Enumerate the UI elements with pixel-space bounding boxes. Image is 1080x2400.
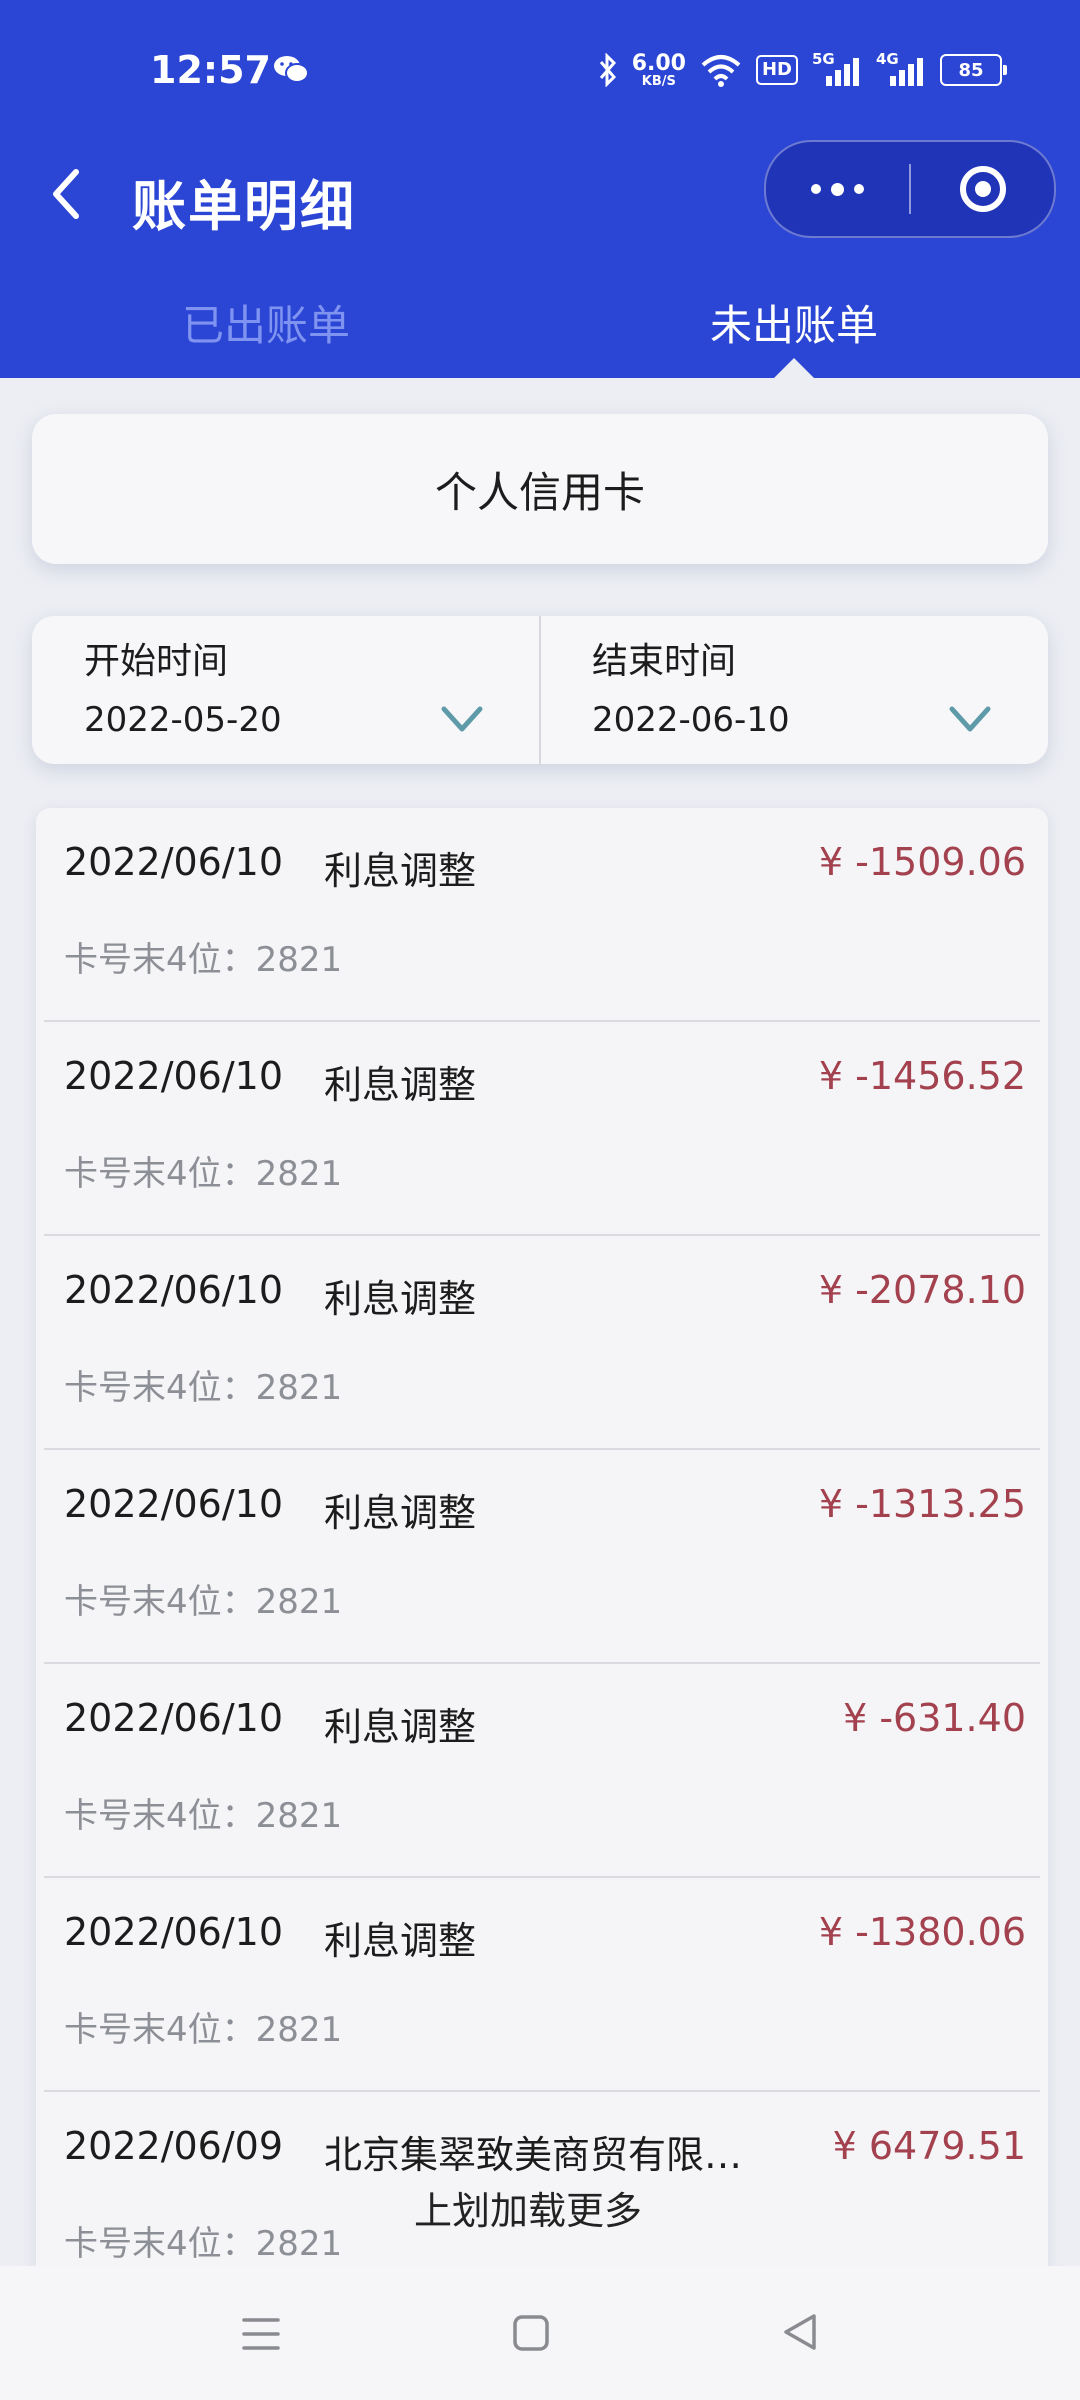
tab-billed[interactable]: 已出账单 [182, 292, 350, 353]
mini-program-capsule [764, 140, 1056, 238]
end-date-picker[interactable]: 结束时间 2022-06-10 [540, 616, 1048, 764]
transaction-row[interactable]: 2022/06/10 利息调整 ¥ -1313.25 卡号末4位：2821 [44, 1450, 1040, 1664]
wifi-icon [701, 55, 741, 87]
transaction-card-suffix: 卡号末4位：2821 [64, 1796, 343, 1836]
transaction-amount: ¥ 6479.51 [832, 2124, 1026, 2168]
menu-icon[interactable] [242, 2316, 280, 2352]
transaction-card-suffix: 卡号末4位：2821 [64, 2224, 343, 2264]
network-speed-value: 6.00 [631, 50, 686, 76]
transaction-description: 利息调整 [324, 1277, 477, 1321]
signal-5g-icon: 5G [812, 50, 862, 88]
transaction-date: 2022/06/09 [64, 2124, 284, 2168]
more-icon [810, 184, 821, 194]
transaction-date: 2022/06/10 [64, 840, 284, 884]
transaction-description: 利息调整 [324, 1919, 477, 1963]
header: 12:57 6.00 KB/S HD 5G 4G 85 账单明细 已出账单 未出… [0, 0, 1080, 378]
transaction-amount: ¥ -2078.10 [818, 1268, 1026, 1312]
load-more-hint: 上划加载更多 [414, 2189, 643, 2233]
end-date-label: 结束时间 [592, 641, 737, 682]
date-range-filter: 开始时间 2022-05-20 结束时间 2022-06-10 [32, 616, 1048, 764]
transaction-description: 利息调整 [324, 849, 477, 893]
start-date-value: 2022-05-20 [84, 700, 282, 740]
transaction-date: 2022/06/10 [64, 1268, 284, 1312]
close-target-icon [960, 166, 1006, 212]
page-title: 账单明细 [132, 175, 356, 238]
status-indicators: 6.00 KB/S HD 5G 4G 85 [598, 50, 1007, 90]
nav-bar: 账单明细 [0, 140, 1080, 270]
transaction-amount: ¥ -1313.25 [818, 1482, 1026, 1526]
transaction-row[interactable]: 2022/06/10 利息调整 ¥ -2078.10 卡号末4位：2821 [44, 1236, 1040, 1450]
transaction-amount: ¥ -1456.52 [818, 1054, 1026, 1098]
transaction-amount: ¥ -1509.06 [818, 840, 1026, 884]
transaction-card-suffix: 卡号末4位：2821 [64, 1582, 343, 1622]
transaction-row[interactable]: 2022/06/10 利息调整 ¥ -1509.06 卡号末4位：2821 [44, 808, 1040, 1022]
status-time: 12:57 [150, 48, 271, 92]
transaction-description: 利息调整 [324, 1705, 477, 1749]
active-tab-indicator [774, 358, 814, 378]
card-type-label: 个人信用卡 [434, 467, 645, 517]
tab-unbilled[interactable]: 未出账单 [710, 292, 878, 353]
start-date-label: 开始时间 [84, 641, 229, 682]
transaction-description: 利息调整 [324, 1491, 477, 1535]
home-icon[interactable] [512, 2314, 550, 2352]
chevron-down-icon [949, 706, 991, 732]
transaction-row[interactable]: 2022/06/10 利息调整 ¥ -1380.06 卡号末4位：2821 [44, 1878, 1040, 2092]
transaction-description: 利息调整 [324, 1063, 477, 1107]
more-button[interactable] [766, 142, 908, 236]
transaction-list[interactable]: 2022/06/10 利息调整 ¥ -1509.06 卡号末4位：2821 20… [36, 808, 1048, 2268]
transaction-card-suffix: 卡号末4位：2821 [64, 1368, 343, 1408]
bluetooth-icon [599, 53, 616, 87]
transaction-card-suffix: 卡号末4位：2821 [64, 1154, 343, 1194]
signal-4g-icon: 4G [876, 50, 926, 88]
network-speed-unit: KB/S [641, 73, 676, 89]
transaction-date: 2022/06/10 [64, 1910, 284, 1954]
transaction-amount: ¥ -631.40 [843, 1696, 1026, 1740]
wechat-icon [274, 56, 309, 83]
system-nav-bar [0, 2266, 1080, 2400]
transaction-description: 北京集翠致美商贸有限… [324, 2133, 743, 2177]
transaction-card-suffix: 卡号末4位：2821 [64, 2010, 343, 2050]
chevron-down-icon [441, 706, 483, 732]
hd-badge: HD [755, 55, 798, 85]
end-date-value: 2022-06-10 [592, 700, 790, 740]
battery-level: 85 [958, 59, 984, 81]
transaction-row[interactable]: 2022/06/10 利息调整 ¥ -1456.52 卡号末4位：2821 [44, 1022, 1040, 1236]
transaction-card-suffix: 卡号末4位：2821 [64, 940, 343, 980]
status-bar: 12:57 6.00 KB/S HD 5G 4G 85 [0, 0, 1080, 140]
transaction-amount: ¥ -1380.06 [818, 1910, 1026, 1954]
transaction-date: 2022/06/10 [64, 1482, 284, 1526]
transaction-date: 2022/06/10 [64, 1696, 284, 1740]
transaction-date: 2022/06/10 [64, 1054, 284, 1098]
start-date-picker[interactable]: 开始时间 2022-05-20 [32, 616, 540, 764]
capsule-divider [909, 164, 911, 214]
close-button[interactable] [912, 142, 1054, 236]
back-triangle-icon[interactable] [780, 2312, 820, 2352]
battery-icon: 85 [940, 54, 1007, 86]
network-speed: 6.00 KB/S [631, 50, 686, 89]
back-icon[interactable] [46, 164, 86, 224]
transaction-row[interactable]: 2022/06/10 利息调整 ¥ -631.40 卡号末4位：2821 [44, 1664, 1040, 1878]
card-type-selector[interactable]: 个人信用卡 [32, 414, 1048, 564]
